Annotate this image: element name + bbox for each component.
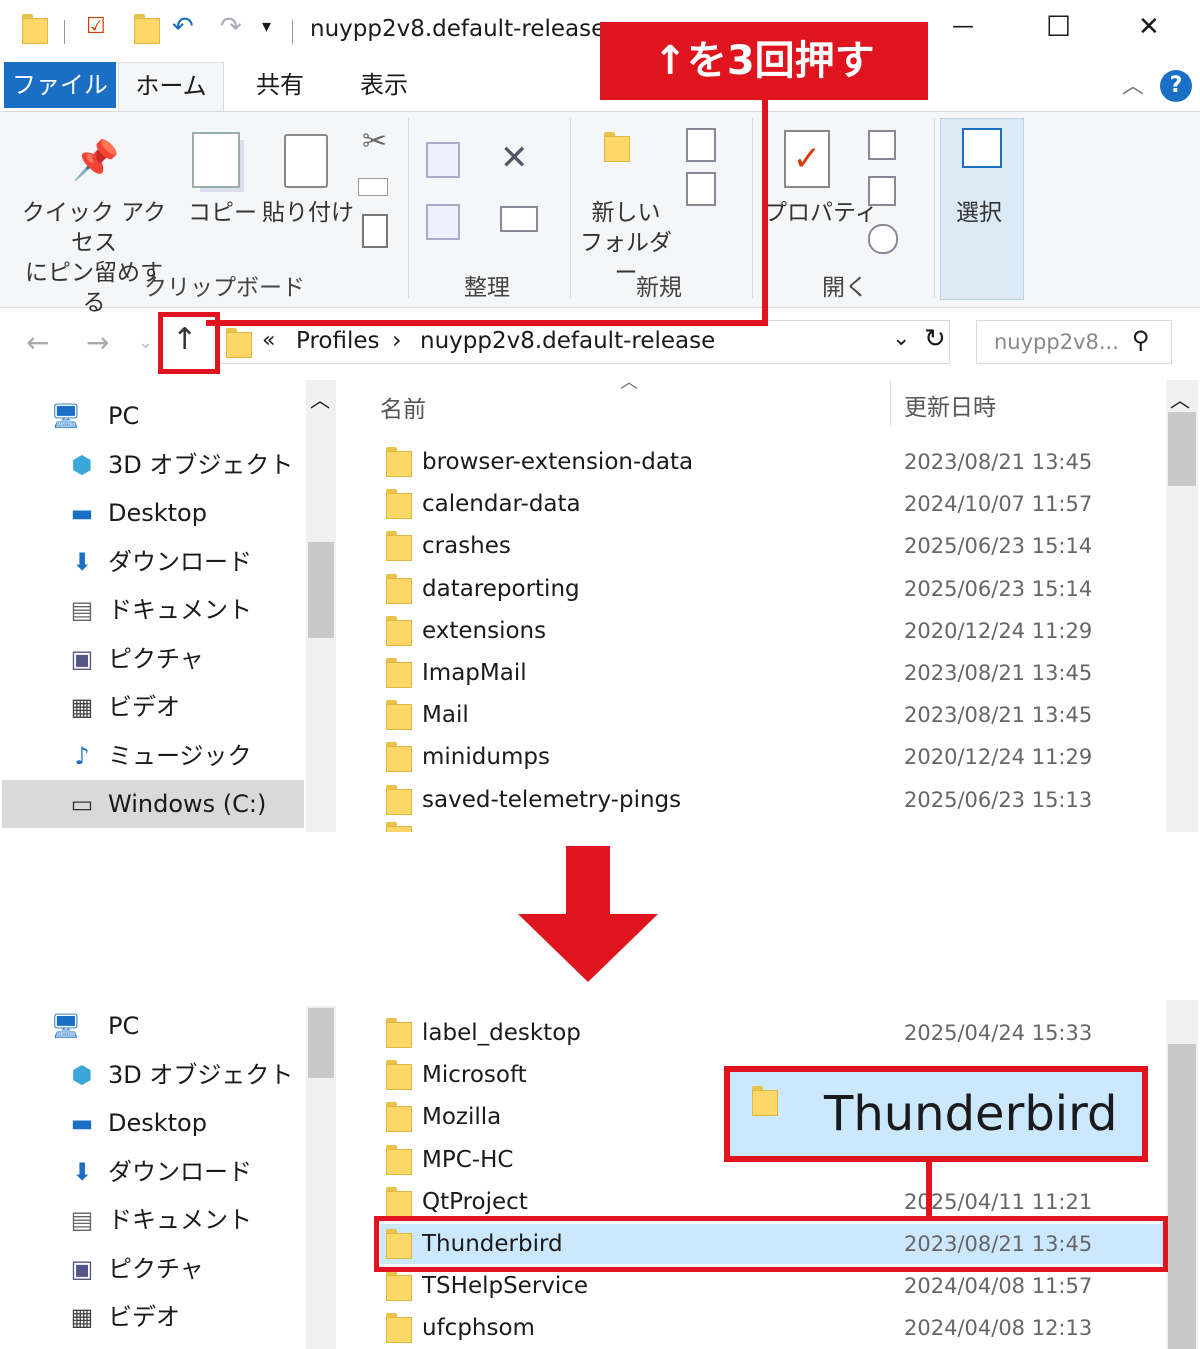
file-name: Mail <box>422 702 469 729</box>
callout-connector-horizontal <box>206 320 768 326</box>
folder-icon <box>386 1186 412 1217</box>
folder-icon <box>386 615 412 646</box>
folder-icon <box>386 531 412 562</box>
file-list: browser-extension-data 2023/08/21 13:45 ca… <box>0 0 1200 832</box>
file-name: Mozilla <box>422 1104 502 1131</box>
file-row[interactable]: TSHelpService 2024/04/08 11:57 <box>380 1266 1170 1306</box>
folder-icon <box>386 742 412 773</box>
thunderbird-row-highlight <box>374 1216 1168 1272</box>
file-scroll-up-icon[interactable]: ︿ <box>1170 384 1190 413</box>
folder-icon <box>386 447 412 477</box>
folder-icon <box>386 1313 412 1344</box>
file-date: 2025/06/23 15:14 <box>904 576 1093 601</box>
file-name: ufcphsom <box>422 1315 535 1342</box>
explorer-window-top: ☑ ↶ ↷ ▾ nuypp2v8.default-release — ☐ ✕ フ… <box>0 0 1200 832</box>
folder-icon <box>386 1144 412 1175</box>
zoom-connector <box>926 1160 932 1220</box>
file-row[interactable]: ImapMail 2023/08/21 13:45 <box>380 653 1170 693</box>
file-name: label_desktop <box>422 1020 581 1046</box>
transition-arrow-icon <box>518 846 658 986</box>
folder-icon <box>386 1102 412 1133</box>
file-name: browser-extension-data <box>422 449 694 475</box>
file-name: TSHelpService <box>422 1273 589 1300</box>
file-row[interactable]: Mail 2023/08/21 13:45 <box>380 695 1170 735</box>
folder-icon <box>386 784 412 815</box>
file-date: 2024/10/07 11:57 <box>904 492 1093 517</box>
file-date: 2023/08/21 13:45 <box>904 661 1093 685</box>
file-row[interactable]: saved-telemetry-pings 2025/06/23 15:13 <box>380 780 1170 820</box>
folder-icon <box>386 489 412 520</box>
file-row[interactable]: minidumps 2020/12/24 11:29 <box>380 737 1170 777</box>
file-name: crashes <box>422 533 511 560</box>
file-name: Microsoft <box>422 1062 527 1089</box>
file-name: MPC-HC <box>422 1146 514 1173</box>
explorer-window-bottom: 🖥 PC ⬢ 3D オブジェクト ▬ Desktop ⬇ ダウンロード ▤ ドキュメント ▣ ピクチャ… <box>0 1000 1200 1349</box>
callout-connector-vertical <box>762 98 768 326</box>
file-date: 2025/06/23 15:13 <box>904 787 1093 812</box>
file-date: 2020/12/24 11:29 <box>904 618 1093 643</box>
file-row[interactable]: datareporting 2025/06/23 15:14 <box>380 569 1170 609</box>
file-date: 2023/08/21 13:45 <box>904 450 1093 474</box>
file-row[interactable]: crashes 2025/06/23 15:14 <box>380 526 1170 566</box>
up-button-highlight <box>158 312 220 374</box>
folder-icon <box>752 1086 802 1144</box>
file-date: 2025/06/23 15:14 <box>904 534 1093 559</box>
folder-icon <box>386 1060 412 1091</box>
file-name: calendar-data <box>422 491 581 518</box>
folder-icon <box>386 822 412 832</box>
file-name: saved-telemetry-pings <box>422 786 682 813</box>
folder-icon <box>386 658 412 688</box>
file-name: ImapMail <box>422 660 527 686</box>
file-scrollbar-thumb[interactable] <box>1168 1044 1196 1349</box>
file-name: datareporting <box>422 575 580 602</box>
file-list: label_desktop 2025/04/24 15:33 Microsoft Mo… <box>0 1000 1200 1349</box>
folder-icon <box>386 700 412 731</box>
instruction-callout: ↑を3回押す <box>600 22 928 100</box>
file-name: extensions <box>422 617 547 644</box>
file-date: 2025/04/24 15:33 <box>904 1021 1093 1045</box>
thunderbird-zoom-label: Thunderbird <box>824 1086 1118 1142</box>
file-row[interactable]: label_desktop 2025/04/24 15:33 <box>380 1013 1170 1053</box>
folder-icon <box>386 573 412 604</box>
file-row[interactable]: extensions 2020/12/24 11:29 <box>380 611 1170 651</box>
thunderbird-zoom-callout: Thunderbird <box>724 1066 1148 1162</box>
file-date: 2020/12/24 11:29 <box>904 745 1093 770</box>
folder-icon <box>386 1271 412 1302</box>
file-row[interactable]: calendar-data 2024/10/07 11:57 <box>380 484 1170 524</box>
folder-icon <box>386 1018 412 1048</box>
file-date: 2024/04/08 12:13 <box>904 1316 1093 1341</box>
file-date: 2023/08/21 13:45 <box>904 703 1093 728</box>
file-row[interactable]: browser-extension-data 2023/08/21 13:45 <box>380 442 1170 482</box>
file-date: 2024/04/08 11:57 <box>904 1274 1093 1299</box>
file-row[interactable]: ufcphsom 2024/04/08 12:13 <box>380 1308 1170 1348</box>
file-scrollbar-thumb[interactable] <box>1168 412 1196 486</box>
file-name: minidumps <box>422 744 550 771</box>
